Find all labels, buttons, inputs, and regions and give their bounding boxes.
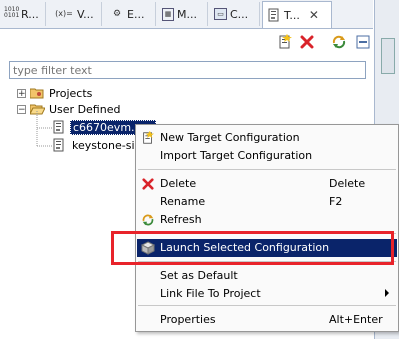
target-config-file-icon — [53, 120, 64, 134]
tab-label: M... — [177, 7, 197, 21]
filter-field-container — [9, 61, 366, 79]
variables-icon: (x)= — [55, 9, 73, 18]
filter-input[interactable] — [10, 62, 365, 78]
expand-icon[interactable]: + — [17, 88, 26, 98]
minimize-icon — [356, 35, 370, 49]
new-target-config-button[interactable] — [276, 33, 294, 51]
menu-item-label: New Target Configuration — [160, 131, 300, 144]
menu-item-label: Set as Default — [160, 269, 238, 282]
tab-label: R... — [21, 7, 39, 21]
tree-node-label: User Defined — [49, 102, 121, 116]
refresh-button[interactable] — [330, 33, 348, 51]
menu-separator — [138, 305, 396, 306]
tab-registers[interactable]: 1010 0101 R... — [0, 2, 46, 26]
target-config-file-icon — [53, 138, 64, 152]
menu-item-shortcut: Alt+Enter — [329, 313, 383, 326]
refresh-icon — [332, 35, 346, 49]
delete-icon — [300, 35, 314, 49]
menu-item-properties[interactable]: Properties Alt+Enter — [137, 311, 397, 329]
refresh-icon — [141, 213, 155, 227]
tree-node-label: Projects — [49, 86, 93, 100]
tab-target-configurations[interactable]: T... ✕ — [262, 1, 332, 28]
memory-icon: ▦ — [162, 7, 174, 21]
context-menu: New Target Configuration Import Target C… — [135, 124, 399, 332]
menu-item-new-target-configuration[interactable]: New Target Configuration — [137, 129, 397, 147]
binary-icon: 1010 0101 — [4, 6, 20, 19]
close-icon[interactable]: ✕ — [309, 8, 319, 22]
menu-item-label: Delete — [160, 177, 197, 190]
delete-button[interactable] — [298, 33, 316, 51]
menu-item-label: Link File To Project — [160, 287, 261, 300]
expressions-icon: ⚙ — [112, 9, 122, 19]
menu-item-rename[interactable]: Rename F2 — [137, 193, 397, 211]
tab-label: E... — [127, 7, 145, 21]
highlight-annotation-box — [111, 231, 394, 265]
view-toolbar — [0, 29, 373, 54]
menu-item-delete[interactable]: Delete Delete — [137, 175, 397, 193]
menu-item-label: Rename — [160, 195, 206, 208]
projects-folder-icon — [30, 88, 44, 99]
menu-item-set-as-default[interactable]: Set as Default — [137, 267, 397, 285]
menu-item-label: Refresh — [160, 213, 202, 226]
tab-console[interactable]: ▭ C... — [210, 2, 260, 26]
menu-item-label: Properties — [160, 313, 216, 326]
menu-item-label: Import Target Configuration — [160, 149, 313, 162]
new-config-icon — [141, 131, 155, 145]
tab-label: V... — [77, 7, 94, 21]
tree-node-projects[interactable]: + Projects — [17, 85, 92, 101]
menu-item-shortcut: F2 — [329, 195, 343, 208]
menu-item-refresh[interactable]: Refresh — [137, 211, 397, 229]
new-config-icon — [279, 34, 292, 49]
tab-expressions[interactable]: ⚙ E... — [106, 2, 156, 26]
delete-icon — [141, 177, 155, 191]
menu-separator — [138, 169, 396, 170]
target-config-icon — [267, 8, 281, 22]
tab-memory[interactable]: ▦ M... — [158, 2, 208, 26]
tab-label: C... — [230, 7, 249, 21]
tree-node-user-defined[interactable]: − User Defined — [17, 101, 120, 117]
console-icon: ▭ — [214, 8, 227, 20]
menu-item-link-file-to-project[interactable]: Link File To Project — [137, 285, 397, 303]
minimize-button[interactable] — [354, 33, 372, 51]
collapse-icon[interactable]: − — [17, 104, 26, 114]
view-tab-bar: 1010 0101 R... (x)= V... ⚙ E... ▦ M... ▭ … — [0, 0, 373, 29]
menu-item-shortcut: Delete — [329, 177, 366, 190]
submenu-arrow-icon — [385, 289, 389, 297]
minimized-view-icon[interactable] — [381, 38, 395, 74]
menu-item-import-target-configuration[interactable]: Import Target Configuration — [137, 147, 397, 165]
tab-variables[interactable]: (x)= V... — [50, 2, 102, 26]
tab-label: T... — [284, 8, 300, 22]
